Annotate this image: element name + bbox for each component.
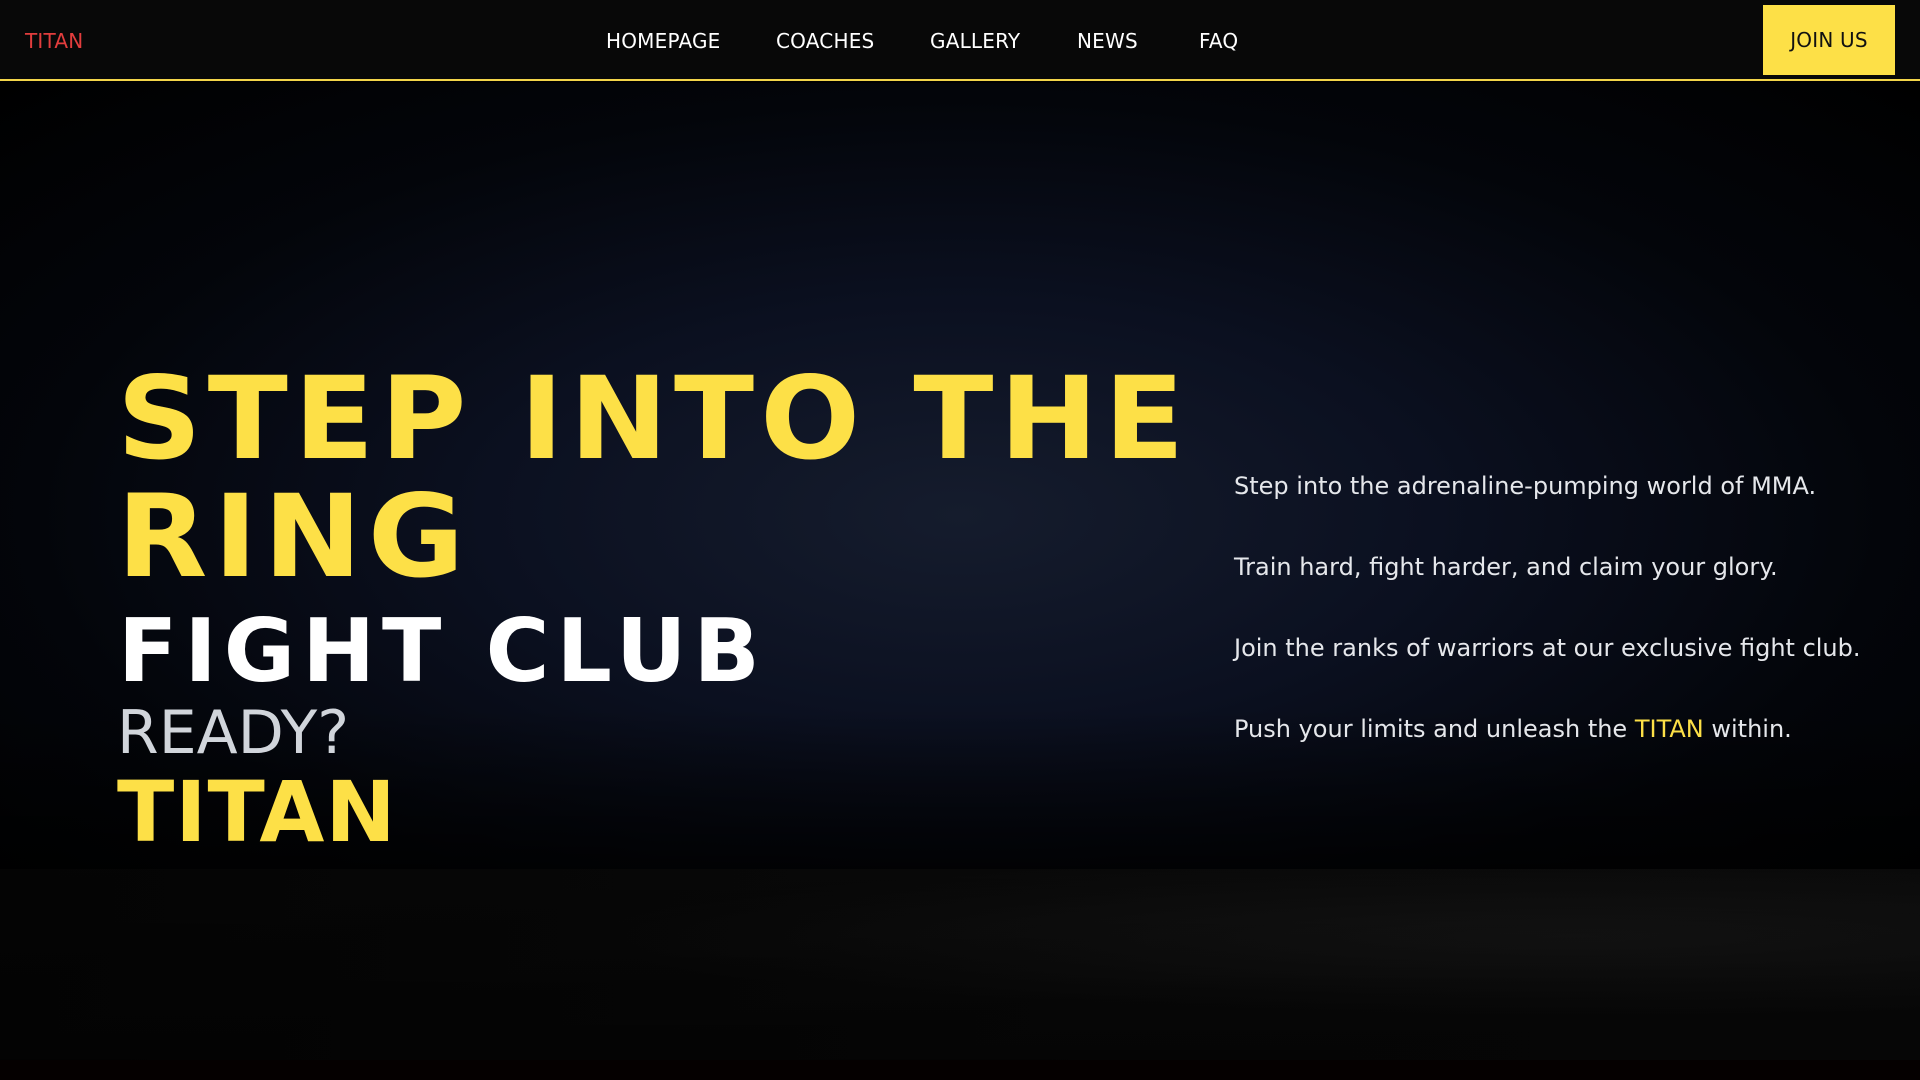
tagline-4-suffix: within. bbox=[1703, 715, 1792, 743]
hero-subheadline: FIGHT CLUB bbox=[118, 600, 767, 702]
nav-coaches-link[interactable]: COACHES bbox=[776, 29, 874, 53]
nav-news-link[interactable]: NEWS bbox=[1077, 29, 1138, 53]
background-shade bbox=[0, 869, 1920, 1060]
tagline-3: Join the ranks of warriors at our exclus… bbox=[1234, 634, 1861, 662]
brand-logo-link[interactable]: TITAN bbox=[25, 29, 83, 53]
join-us-button[interactable]: JOIN US bbox=[1763, 5, 1895, 75]
hero-ready-prompt: READY? bbox=[117, 698, 350, 768]
tagline-4-prefix: Push your limits and unleash the bbox=[1234, 715, 1635, 743]
bottom-strip bbox=[0, 1060, 1920, 1080]
tagline-1: Step into the adrenaline-pumping world o… bbox=[1234, 472, 1817, 500]
hero-headline: STEP INTO THE RING bbox=[117, 360, 1190, 596]
headline-line-2: RING bbox=[117, 470, 471, 603]
tagline-4: Push your limits and unleash the TITAN w… bbox=[1234, 711, 1874, 792]
hero-taglines: Step into the adrenaline-pumping world o… bbox=[1234, 468, 1874, 792]
nav-faq-link[interactable]: FAQ bbox=[1199, 29, 1238, 53]
nav-homepage-link[interactable]: HOMEPAGE bbox=[606, 29, 721, 53]
background-image-band bbox=[0, 869, 1920, 1060]
headline-line-1: STEP INTO THE bbox=[117, 352, 1191, 485]
top-navbar: TITAN HOMEPAGE COACHES GALLERY NEWS FAQ … bbox=[0, 0, 1920, 81]
tagline-2: Train hard, fight harder, and claim your… bbox=[1234, 553, 1778, 581]
main-nav: HOMEPAGE COACHES GALLERY NEWS FAQ bbox=[0, 0, 1920, 80]
nav-gallery-link[interactable]: GALLERY bbox=[930, 29, 1020, 53]
page: TITAN HOMEPAGE COACHES GALLERY NEWS FAQ … bbox=[0, 0, 1920, 1080]
tagline-4-accent: TITAN bbox=[1634, 715, 1704, 743]
hero-brand-text: TITAN bbox=[117, 763, 397, 861]
